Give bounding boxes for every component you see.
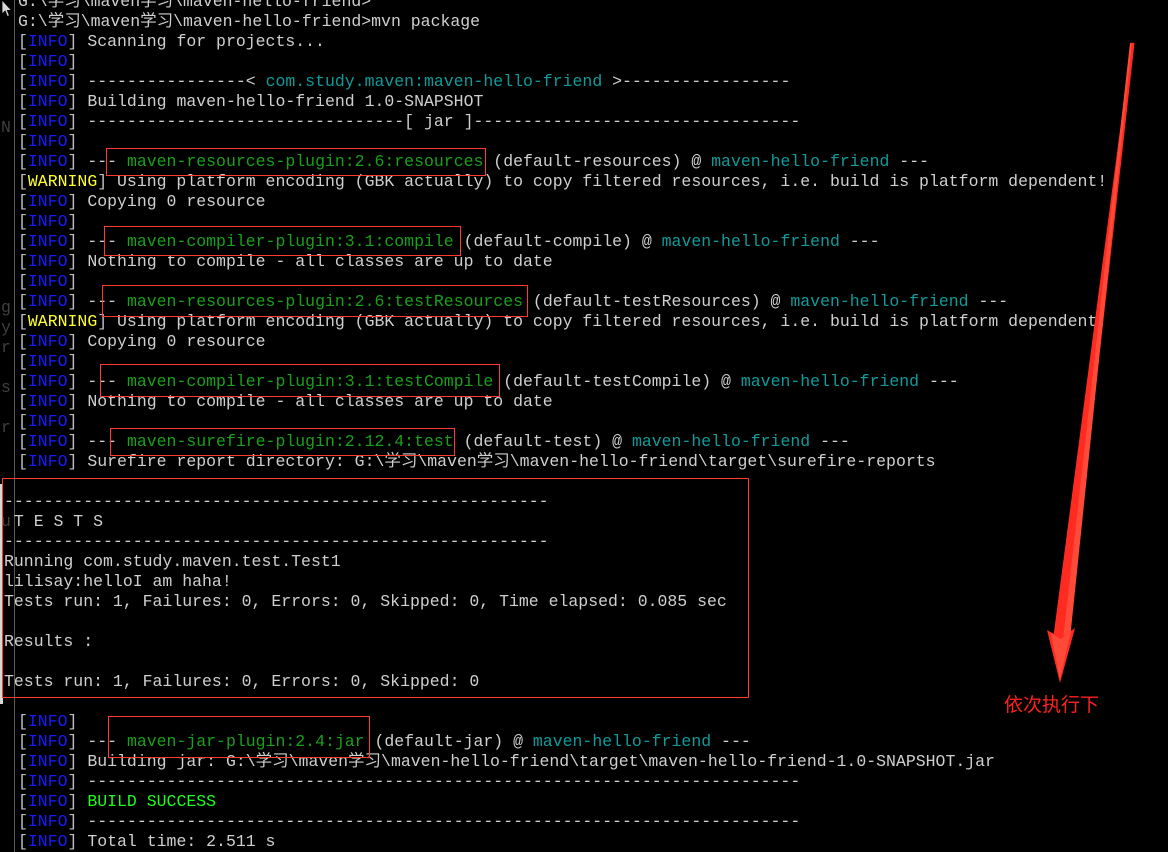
- annotation-arrow-icon: [1047, 42, 1135, 683]
- annotation-label-sequential-execution: 依次执行下: [1004, 694, 1100, 716]
- terminal-window[interactable]: Ngyrsru G:\学习\maven学习\maven-hello-friend…: [0, 0, 1168, 852]
